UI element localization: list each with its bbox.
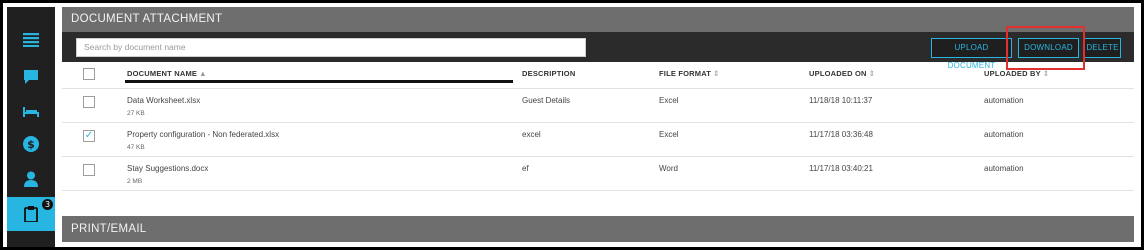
sidebar-item-profile[interactable] — [7, 162, 55, 196]
row-checkbox[interactable] — [83, 96, 95, 108]
document-description: Guest Details — [522, 96, 571, 105]
table-row[interactable]: ✓ Property configuration - Non federated… — [62, 123, 1134, 157]
document-format: Excel — [659, 96, 679, 105]
section-title-print-email[interactable]: PRINT/EMAIL — [62, 216, 1134, 242]
document-description: excel — [522, 130, 541, 139]
sidebar-item-list[interactable] — [7, 23, 55, 57]
document-uploaded-on: 11/18/18 10:11:37 — [809, 96, 873, 105]
documents-count-badge: 3 — [42, 199, 53, 210]
document-format: Excel — [659, 130, 679, 139]
document-uploaded-by: automation — [984, 130, 1024, 139]
select-all-checkbox[interactable] — [83, 68, 95, 80]
sidebar-item-stay[interactable] — [7, 95, 55, 129]
column-header-uploaded-on[interactable]: UPLOADED ON ⇕ — [809, 69, 875, 78]
document-uploaded-on: 11/17/18 03:40:21 — [809, 164, 873, 173]
sidebar: $ 3 — [7, 7, 55, 247]
sort-asc-icon: ▲ — [199, 69, 207, 78]
sort-icon: ⇕ — [868, 69, 876, 78]
upload-document-button[interactable]: UPLOAD DOCUMENT — [931, 38, 1012, 70]
bed-icon — [23, 107, 39, 117]
column-header-uploaded-by-label: UPLOADED BY — [984, 69, 1041, 78]
sort-icon: ⇕ — [713, 69, 720, 78]
table-row[interactable]: Stay Suggestions.docx 2 MB ef Word 11/17… — [62, 157, 1134, 191]
documents-table: DOCUMENT NAME ▲ DESCRIPTION FILE FORMAT ⇕ … — [62, 62, 1134, 212]
sidebar-item-billing[interactable]: $ — [7, 127, 55, 161]
checkmark-icon: ✓ — [84, 130, 94, 141]
document-size: 47 KB — [127, 144, 145, 151]
column-resize-bar — [125, 80, 513, 83]
column-header-description: DESCRIPTION — [522, 69, 576, 78]
list-icon — [23, 33, 39, 47]
document-uploaded-on: 11/17/18 03:36:48 — [809, 130, 873, 139]
search-input[interactable]: Search by document name — [76, 38, 586, 57]
clipboard-icon — [24, 206, 38, 222]
column-header-name[interactable]: DOCUMENT NAME ▲ — [127, 69, 207, 78]
document-format: Word — [659, 164, 678, 173]
column-header-uploaded-by[interactable]: UPLOADED BY ⇕ — [984, 69, 1049, 78]
column-header-uploaded-on-label: UPLOADED ON — [809, 69, 867, 78]
dollar-icon: $ — [23, 136, 39, 152]
person-icon — [24, 171, 38, 187]
table-row[interactable]: Data Worksheet.xlsx 27 KB Guest Details … — [62, 89, 1134, 123]
column-header-format-label: FILE FORMAT — [659, 69, 712, 78]
section-title-attachments: DOCUMENT ATTACHMENT — [62, 7, 1134, 32]
column-header-format[interactable]: FILE FORMAT ⇕ — [659, 69, 720, 78]
delete-button[interactable]: DELETE — [1084, 38, 1121, 58]
column-header-name-label: DOCUMENT NAME — [127, 69, 198, 78]
sidebar-item-chat[interactable] — [7, 60, 55, 94]
sort-icon: ⇕ — [1042, 69, 1050, 78]
document-toolbar: Search by document name UPLOAD DOCUMENT … — [62, 32, 1134, 70]
document-uploaded-by: automation — [984, 164, 1024, 173]
document-size: 2 MB — [127, 178, 143, 185]
row-checkbox-checked[interactable]: ✓ — [83, 130, 95, 142]
document-uploaded-by: automation — [984, 96, 1024, 105]
svg-text:$: $ — [27, 138, 35, 151]
document-name[interactable]: Stay Suggestions.docx — [127, 164, 208, 173]
row-checkbox[interactable] — [83, 164, 95, 176]
document-description: ef — [522, 164, 529, 173]
document-name[interactable]: Property configuration - Non federated.x… — [127, 130, 279, 139]
chat-icon — [24, 70, 38, 84]
document-name[interactable]: Data Worksheet.xlsx — [127, 96, 200, 105]
document-size: 27 KB — [127, 110, 145, 117]
table-header: DOCUMENT NAME ▲ DESCRIPTION FILE FORMAT ⇕ … — [62, 62, 1134, 89]
sidebar-item-documents[interactable]: 3 — [7, 197, 55, 231]
